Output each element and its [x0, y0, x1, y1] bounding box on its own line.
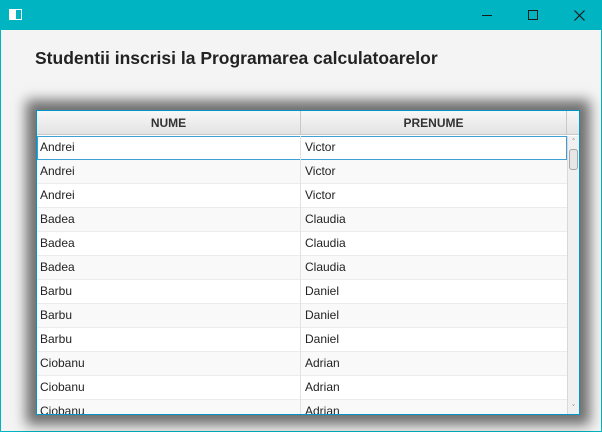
cell-nume[interactable]: Barbu: [37, 328, 301, 352]
table-row[interactable]: Andrei Victor: [37, 160, 567, 184]
table-row[interactable]: Andrei Victor: [37, 184, 567, 208]
table-row[interactable]: Ciobanu Adrian: [37, 400, 567, 414]
cell-nume[interactable]: Ciobanu: [37, 400, 301, 414]
scroll-down-icon[interactable]: ˅: [568, 402, 579, 414]
cell-prenume[interactable]: Victor: [301, 160, 567, 184]
maximize-button[interactable]: [510, 0, 556, 30]
cell-nume[interactable]: Barbu: [37, 280, 301, 304]
cell-nume[interactable]: Barbu: [37, 304, 301, 328]
cell-prenume[interactable]: Claudia: [301, 232, 567, 256]
window-icon: [9, 9, 22, 20]
table-row[interactable]: Badea Claudia: [37, 256, 567, 280]
cell-prenume[interactable]: Daniel: [301, 304, 567, 328]
scrollbar-thumb[interactable]: [569, 149, 578, 170]
cell-prenume[interactable]: Claudia: [301, 256, 567, 280]
cell-prenume[interactable]: Daniel: [301, 280, 567, 304]
title-bar[interactable]: [0, 0, 602, 30]
minimize-icon: [482, 14, 492, 16]
cell-nume[interactable]: Andrei: [37, 184, 301, 208]
cell-nume[interactable]: Badea: [37, 232, 301, 256]
column-header-prenume[interactable]: PRENUME: [301, 111, 567, 135]
window-content: Studentii inscrisi la Programarea calcul…: [1, 30, 601, 431]
cell-nume[interactable]: Andrei: [37, 136, 301, 160]
cell-prenume[interactable]: Daniel: [301, 328, 567, 352]
vertical-scrollbar[interactable]: ˄ ˅: [567, 136, 579, 414]
table-row[interactable]: Barbu Daniel: [37, 304, 567, 328]
header-corner: [567, 111, 579, 135]
students-table[interactable]: NUME PRENUME Andrei Victor Andrei Victor…: [36, 110, 580, 415]
table-row[interactable]: Barbu Daniel: [37, 328, 567, 352]
table-row[interactable]: Ciobanu Adrian: [37, 376, 567, 400]
cell-nume[interactable]: Ciobanu: [37, 352, 301, 376]
close-icon: [573, 9, 585, 21]
table-body: Andrei Victor Andrei Victor Andrei Victo…: [37, 136, 567, 414]
cell-nume[interactable]: Badea: [37, 208, 301, 232]
table-header: NUME PRENUME: [37, 111, 579, 135]
table-row[interactable]: Andrei Victor: [37, 136, 567, 160]
cell-prenume[interactable]: Adrian: [301, 352, 567, 376]
table-row[interactable]: Barbu Daniel: [37, 280, 567, 304]
table-row[interactable]: Ciobanu Adrian: [37, 352, 567, 376]
cell-nume[interactable]: Badea: [37, 256, 301, 280]
minimize-button[interactable]: [464, 0, 510, 30]
cell-nume[interactable]: Andrei: [37, 160, 301, 184]
table-row[interactable]: Badea Claudia: [37, 208, 567, 232]
cell-prenume[interactable]: Victor: [301, 184, 567, 208]
page-title: Studentii inscrisi la Programarea calcul…: [35, 48, 438, 68]
cell-prenume[interactable]: Adrian: [301, 376, 567, 400]
cell-prenume[interactable]: Victor: [301, 136, 567, 160]
cell-nume[interactable]: Ciobanu: [37, 376, 301, 400]
maximize-icon: [528, 10, 538, 20]
scroll-up-icon[interactable]: ˄: [568, 136, 579, 148]
cell-prenume[interactable]: Adrian: [301, 400, 567, 414]
close-button[interactable]: [556, 0, 602, 30]
column-header-nume[interactable]: NUME: [37, 111, 301, 135]
cell-prenume[interactable]: Claudia: [301, 208, 567, 232]
table-row[interactable]: Badea Claudia: [37, 232, 567, 256]
